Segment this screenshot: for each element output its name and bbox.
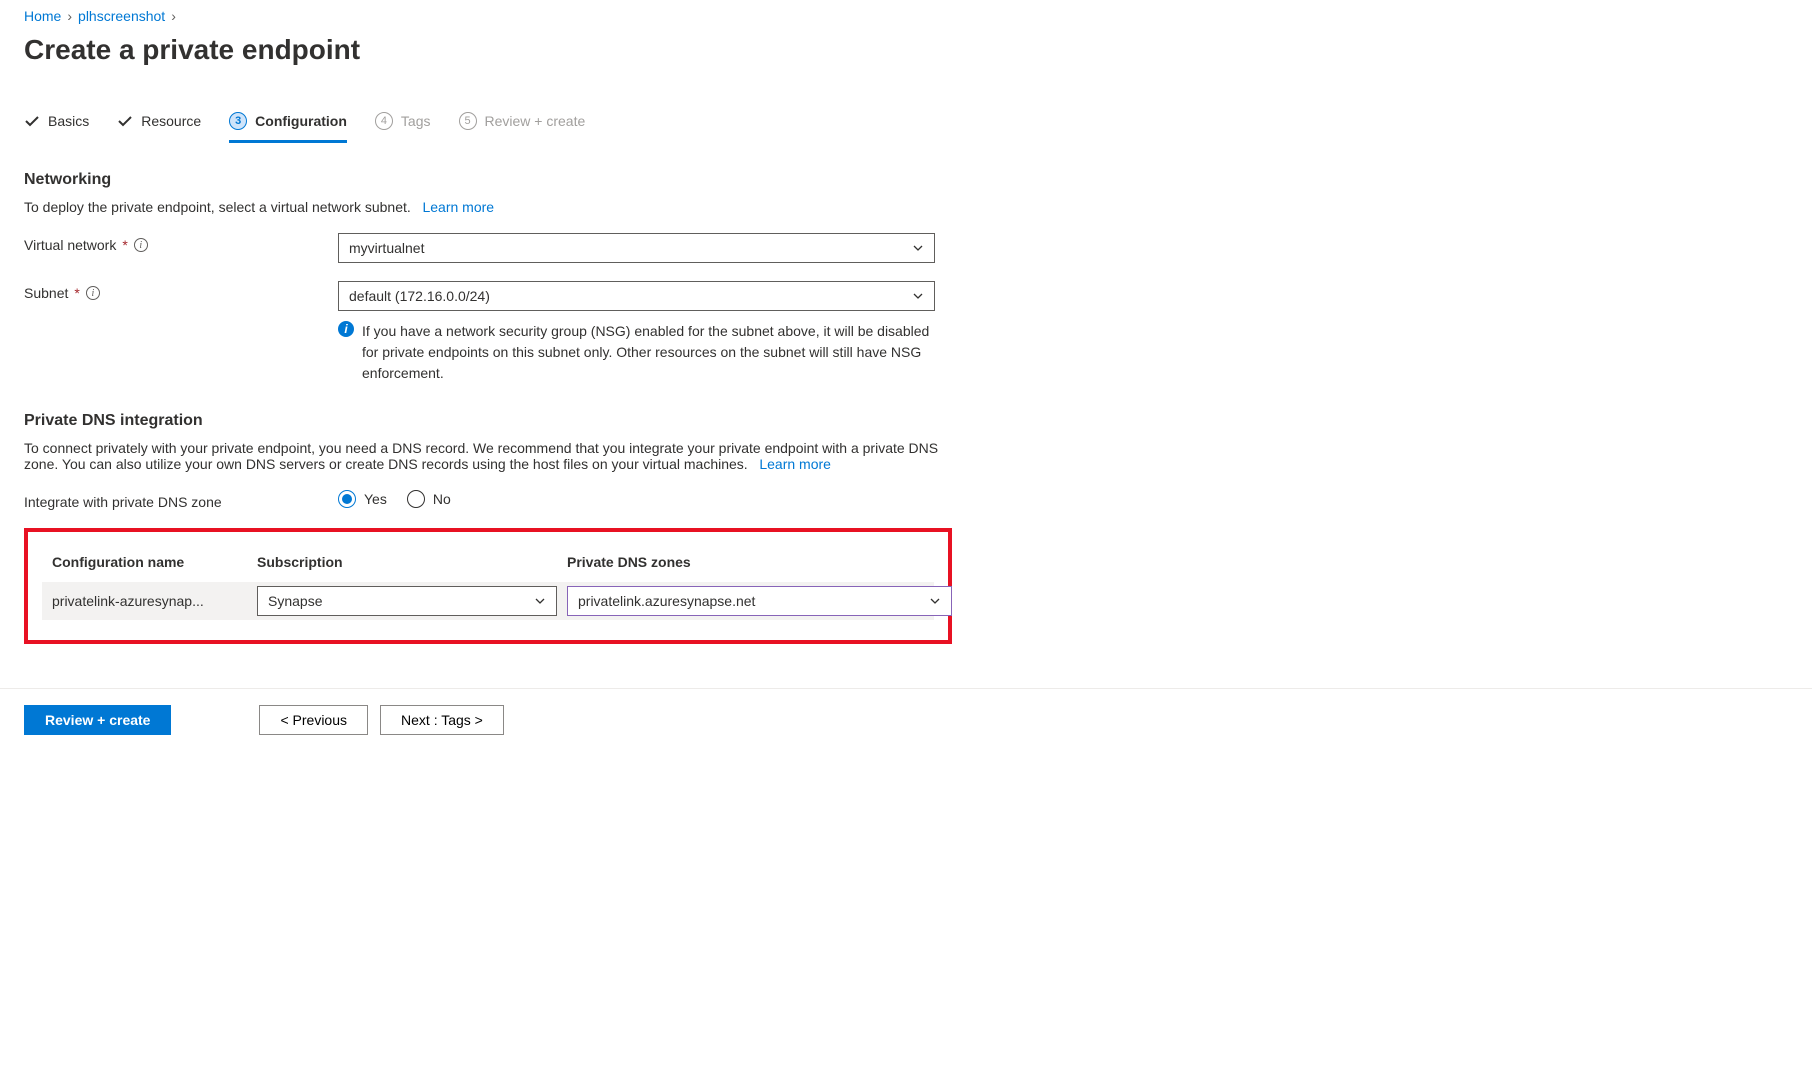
chevron-down-icon bbox=[912, 290, 924, 302]
radio-no[interactable]: No bbox=[407, 490, 451, 508]
check-icon bbox=[24, 113, 40, 129]
tab-resource[interactable]: Resource bbox=[117, 106, 201, 143]
radio-label: No bbox=[433, 491, 451, 507]
nsg-note-text: If you have a network security group (NS… bbox=[362, 321, 935, 384]
info-icon[interactable]: i bbox=[86, 286, 100, 300]
networking-heading: Networking bbox=[24, 171, 1788, 189]
config-name-cell: privatelink-azuresynap... bbox=[52, 589, 247, 613]
tab-configuration[interactable]: 3 Configuration bbox=[229, 106, 347, 143]
tab-label: Basics bbox=[48, 113, 89, 129]
review-create-button[interactable]: Review + create bbox=[24, 705, 171, 735]
dns-zone-value: privatelink.azuresynapse.net bbox=[578, 593, 755, 609]
subscription-select[interactable]: Synapse bbox=[257, 586, 557, 616]
chevron-down-icon bbox=[929, 595, 941, 607]
tab-label: Configuration bbox=[255, 113, 347, 129]
dns-section: Private DNS integration To connect priva… bbox=[24, 412, 1788, 644]
learn-more-link[interactable]: Learn more bbox=[759, 456, 831, 472]
breadcrumb-item[interactable]: plhscreenshot bbox=[78, 8, 165, 24]
tab-label: Review + create bbox=[485, 113, 586, 129]
tab-label: Tags bbox=[401, 113, 431, 129]
info-icon[interactable]: i bbox=[134, 238, 148, 252]
radio-label: Yes bbox=[364, 491, 387, 507]
required-asterisk: * bbox=[122, 237, 127, 253]
chevron-down-icon bbox=[534, 595, 546, 607]
subnet-value: default (172.16.0.0/24) bbox=[349, 288, 490, 304]
subnet-select[interactable]: default (172.16.0.0/24) bbox=[338, 281, 935, 311]
tab-review[interactable]: 5 Review + create bbox=[459, 106, 586, 143]
required-asterisk: * bbox=[74, 285, 79, 301]
dns-row: privatelink-azuresynap... Synapse privat… bbox=[42, 582, 934, 620]
chevron-right-icon: › bbox=[67, 8, 72, 24]
integrate-label: Integrate with private DNS zone bbox=[24, 490, 338, 510]
dns-desc: To connect privately with your private e… bbox=[24, 440, 944, 472]
vnet-label: Virtual network * i bbox=[24, 233, 338, 253]
dns-heading: Private DNS integration bbox=[24, 412, 1788, 430]
chevron-right-icon: › bbox=[171, 8, 176, 24]
tab-tags[interactable]: 4 Tags bbox=[375, 106, 431, 143]
desc-text: To deploy the private endpoint, select a… bbox=[24, 199, 411, 215]
radio-icon bbox=[338, 490, 356, 508]
info-icon: i bbox=[338, 321, 354, 337]
dns-zone-select[interactable]: privatelink.azuresynapse.net bbox=[567, 586, 952, 616]
dns-table: Configuration name Subscription Private … bbox=[42, 548, 934, 620]
chevron-down-icon bbox=[912, 242, 924, 254]
radio-icon bbox=[407, 490, 425, 508]
footer: Review + create < Previous Next : Tags > bbox=[0, 688, 1812, 751]
step-number: 5 bbox=[459, 112, 477, 130]
page-title: Create a private endpoint bbox=[24, 34, 1788, 66]
step-number: 3 bbox=[229, 112, 247, 130]
col-subscription: Subscription bbox=[257, 554, 557, 570]
learn-more-link[interactable]: Learn more bbox=[422, 199, 494, 215]
tab-label: Resource bbox=[141, 113, 201, 129]
breadcrumb-home[interactable]: Home bbox=[24, 8, 61, 24]
col-dns-zones: Private DNS zones bbox=[567, 554, 952, 570]
tabs: Basics Resource 3 Configuration 4 Tags 5… bbox=[24, 106, 1788, 143]
nsg-note: i If you have a network security group (… bbox=[338, 321, 935, 384]
dns-config-highlight: Configuration name Subscription Private … bbox=[24, 528, 952, 644]
radio-yes[interactable]: Yes bbox=[338, 490, 387, 508]
step-number: 4 bbox=[375, 112, 393, 130]
tab-basics[interactable]: Basics bbox=[24, 106, 89, 143]
previous-button[interactable]: < Previous bbox=[259, 705, 368, 735]
vnet-select[interactable]: myvirtualnet bbox=[338, 233, 935, 263]
networking-section: Networking To deploy the private endpoin… bbox=[24, 171, 1788, 384]
subscription-value: Synapse bbox=[268, 593, 322, 609]
networking-desc: To deploy the private endpoint, select a… bbox=[24, 199, 944, 215]
vnet-value: myvirtualnet bbox=[349, 240, 424, 256]
col-config-name: Configuration name bbox=[52, 554, 247, 570]
label-text: Virtual network bbox=[24, 237, 116, 253]
breadcrumb: Home › plhscreenshot › bbox=[24, 8, 1788, 24]
next-button[interactable]: Next : Tags > bbox=[380, 705, 504, 735]
label-text: Subnet bbox=[24, 285, 68, 301]
subnet-label: Subnet * i bbox=[24, 281, 338, 301]
check-icon bbox=[117, 113, 133, 129]
label-text: Integrate with private DNS zone bbox=[24, 494, 222, 510]
